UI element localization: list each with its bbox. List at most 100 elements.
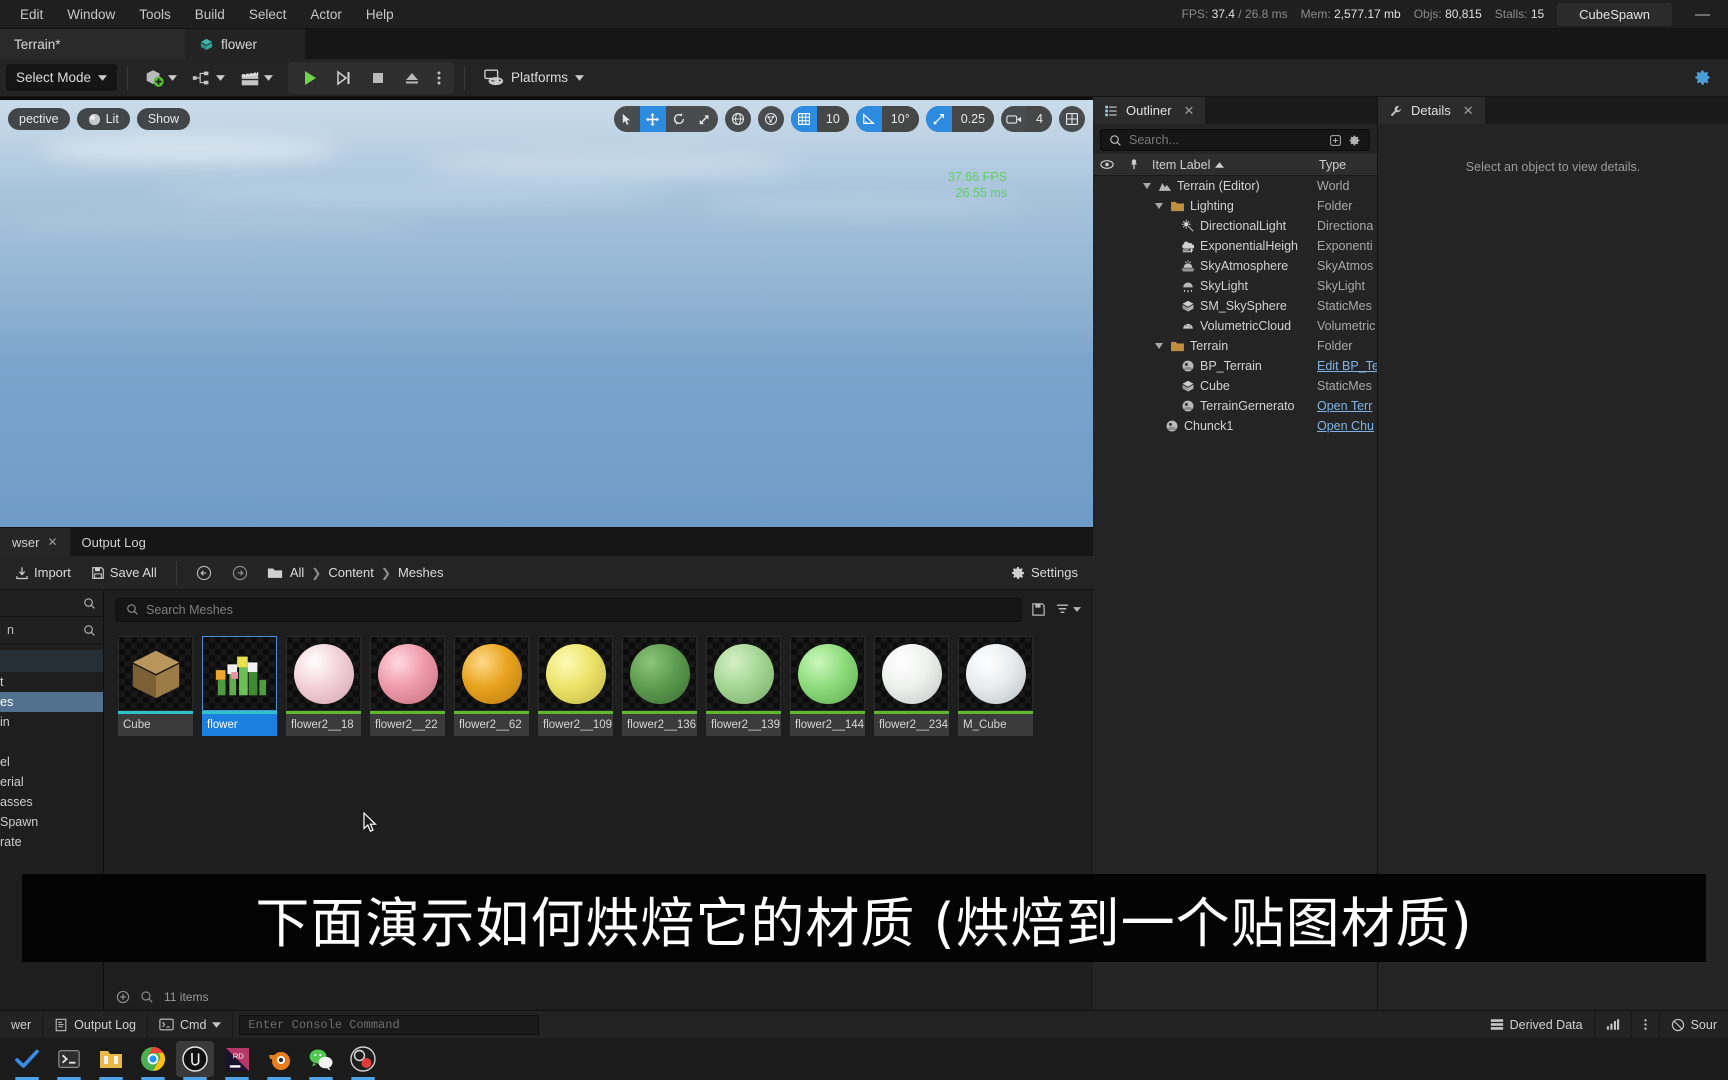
play-more-options-button[interactable] (430, 65, 448, 91)
import-button[interactable]: Import (8, 561, 78, 584)
close-icon[interactable]: ✕ (1184, 103, 1195, 119)
asset-thumbnail[interactable] (874, 636, 949, 711)
asset-thumbnail[interactable] (790, 636, 865, 711)
minimize-button[interactable]: — (1685, 6, 1720, 23)
source-item[interactable]: el (0, 752, 103, 772)
source-item[interactable] (0, 650, 103, 672)
tab-content-browser[interactable]: wser ✕ (0, 528, 70, 556)
asset-thumbnail[interactable] (286, 636, 361, 711)
sources-search-2[interactable]: n (0, 617, 103, 644)
taskbar-terminal-app[interactable] (50, 1041, 88, 1080)
source-item[interactable]: Spawn (0, 812, 103, 832)
save-search-icon[interactable] (1031, 602, 1046, 617)
outliner-row-skyatmosphere[interactable]: SkyAtmosphere SkyAtmos (1093, 256, 1377, 276)
source-control-button[interactable]: Sour (1660, 1011, 1728, 1039)
taskbar-obs-studio[interactable] (344, 1041, 382, 1080)
menu-edit[interactable]: Edit (8, 4, 55, 25)
blueprints-button[interactable] (186, 63, 230, 93)
menu-window[interactable]: Window (55, 4, 127, 25)
tab-output-log[interactable]: Output Log (70, 528, 158, 556)
asset-thumbnail[interactable] (538, 636, 613, 711)
source-item[interactable]: in (0, 712, 103, 732)
platforms-button[interactable]: Platforms (475, 64, 593, 91)
outliner-row-sm-skysphere[interactable]: SM_SkySphere StaticMes (1093, 296, 1377, 316)
surface-snap-button[interactable] (757, 106, 784, 132)
eject-button[interactable] (396, 65, 428, 91)
outliner-row-terraingenerator[interactable]: TerrainGernerato Open Terr (1093, 396, 1377, 416)
taskbar-blender-app[interactable] (260, 1041, 298, 1080)
derived-data-button[interactable]: Derived Data (1479, 1010, 1595, 1039)
asset-tile[interactable]: flower2__109 (538, 636, 613, 736)
asset-thumbnail[interactable] (454, 636, 529, 711)
angle-snap-value[interactable]: 10° (881, 106, 919, 132)
outliner-row-bp-terrain[interactable]: BP_Terrain Edit BP_Te (1093, 356, 1377, 376)
cinematics-button[interactable] (234, 63, 278, 93)
asset-tile[interactable]: flower2__18 (286, 636, 361, 736)
source-item[interactable]: erial (0, 772, 103, 792)
filters-button[interactable] (1055, 602, 1081, 617)
settings-sliders-icon[interactable] (1329, 134, 1342, 147)
asset-thumbnail[interactable] (958, 636, 1033, 711)
surface-snap-icon-wrap[interactable] (758, 106, 784, 132)
asset-thumbnail[interactable] (370, 636, 445, 711)
asset-thumbnail[interactable] (118, 636, 193, 711)
asset-tile[interactable]: flower2__234 (874, 636, 949, 736)
close-icon[interactable]: ✕ (47, 535, 57, 549)
asset-thumbnail[interactable] (622, 636, 697, 711)
menu-tools[interactable]: Tools (127, 4, 183, 25)
breadcrumb-meshes[interactable]: Meshes (398, 565, 444, 580)
outliner-row-exponentialheightfog[interactable]: ExponentialHeigh Exponenti (1093, 236, 1377, 256)
outliner-row-skylight[interactable]: SkyLight SkyLight (1093, 276, 1377, 296)
menu-actor[interactable]: Actor (298, 4, 354, 25)
pin-column-header[interactable] (1120, 158, 1147, 171)
save-all-button[interactable]: Save All (84, 561, 164, 584)
nav-forward-button[interactable] (225, 561, 255, 585)
asset-tile[interactable]: Cube (118, 636, 193, 736)
content-browser-settings-button[interactable]: Settings (1003, 561, 1085, 585)
breadcrumb-all[interactable]: All (290, 565, 304, 580)
coordinate-system-button[interactable] (724, 106, 751, 132)
row-type-link[interactable]: Edit BP_Te (1315, 359, 1377, 373)
add-actor-button[interactable] (138, 63, 182, 93)
stop-button[interactable] (362, 65, 394, 91)
expander-icon[interactable] (1155, 203, 1163, 209)
play-button[interactable] (294, 65, 326, 91)
source-item[interactable]: rate (0, 832, 103, 852)
row-type-link[interactable]: Open Terr (1315, 399, 1377, 413)
type-column-header[interactable]: Type (1315, 158, 1377, 172)
asset-tile[interactable]: flower2__139 (706, 636, 781, 736)
viewport-perspective-dropdown[interactable]: pective (8, 108, 70, 130)
rotate-tool-button[interactable] (666, 106, 692, 132)
grid-snap-value[interactable]: 10 (816, 106, 849, 132)
outliner-search-input[interactable]: Search... (1100, 129, 1370, 151)
outliner-row-chunck1[interactable]: Chunck1 Open Chu (1093, 416, 1377, 436)
scale-snap-toggle[interactable] (925, 106, 952, 132)
viewport-layout-button[interactable] (1059, 106, 1085, 132)
asset-tile[interactable]: flower2__136 (622, 636, 697, 736)
performance-graph-button[interactable] (1595, 1010, 1632, 1039)
taskbar-chrome-browser[interactable] (134, 1041, 172, 1080)
breadcrumb-content[interactable]: Content (328, 565, 374, 580)
visibility-column-header[interactable] (1093, 159, 1120, 170)
layout-icon-wrap[interactable] (1059, 106, 1085, 132)
scale-tool-button[interactable] (692, 106, 718, 132)
gear-icon[interactable] (1348, 134, 1361, 147)
project-name-badge[interactable]: CubeSpawn (1557, 2, 1672, 26)
asset-tile[interactable]: flower2__62 (454, 636, 529, 736)
scale-snap-value[interactable]: 0.25 (951, 106, 995, 132)
console-command-input[interactable]: Enter Console Command (239, 1014, 540, 1035)
sources-search-1[interactable] (0, 590, 103, 617)
outliner-row-volumetriccloud[interactable]: VolumetricCloud Volumetric (1093, 316, 1377, 336)
menu-select[interactable]: Select (237, 4, 299, 25)
item-label-column-header[interactable]: Item Label (1147, 158, 1315, 172)
source-item[interactable]: asses (0, 792, 103, 812)
taskbar-rider-ide[interactable]: RD (218, 1041, 256, 1080)
asset-tile[interactable]: M_Cube (958, 636, 1033, 736)
menu-help[interactable]: Help (354, 4, 406, 25)
outliner-row-directionallight[interactable]: DirectionalLight Directiona (1093, 216, 1377, 236)
grid-snap-toggle[interactable] (790, 106, 817, 132)
taskbar-wechat-app[interactable] (302, 1041, 340, 1080)
outliner-row-cube[interactable]: Cube StaticMes (1093, 376, 1377, 396)
tab-flower-asset[interactable]: flower (185, 29, 305, 59)
outliner-row-terrain-editor[interactable]: Terrain (Editor) World (1093, 176, 1377, 196)
